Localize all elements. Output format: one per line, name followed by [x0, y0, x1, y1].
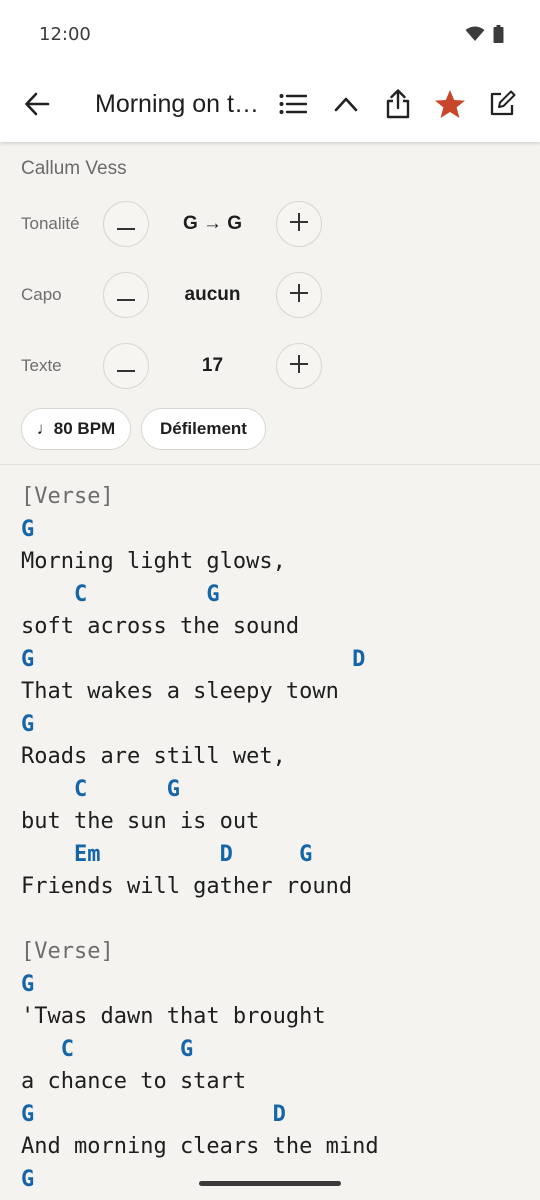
- app-bar: Morning on t…: [0, 70, 540, 142]
- collapse-controls-button[interactable]: [324, 84, 368, 128]
- plus-icon: [290, 284, 308, 306]
- star-icon: [434, 89, 466, 123]
- chord-line[interactable]: G: [21, 709, 531, 742]
- lyric-line: Friends will gather round: [21, 874, 353, 899]
- plus-icon: [290, 355, 308, 377]
- plus-icon: [290, 213, 308, 235]
- transpose-controls: Callum Vess Tonalité G → G Capo aucun Te…: [0, 142, 540, 465]
- battery-icon: [493, 25, 504, 47]
- text-size-label: Texte: [21, 356, 62, 375]
- minus-icon: [117, 286, 135, 305]
- chord-sheet: [Verse] G Morning light glows, C Gsoft acr…: [21, 481, 531, 1196]
- capo-label: Capo: [21, 285, 62, 304]
- lyric-line: a chance to start: [21, 1069, 247, 1094]
- chord-line[interactable]: G: [21, 1164, 531, 1197]
- section-header: [Verse]: [21, 484, 114, 509]
- autoscroll-button[interactable]: Défilement: [141, 408, 266, 450]
- key-down-button[interactable]: [103, 201, 149, 247]
- back-arrow-icon: [24, 91, 50, 121]
- minus-icon: [117, 215, 135, 234]
- capo-up-button[interactable]: [276, 272, 322, 318]
- lyric-line: Roads are still wet,: [21, 744, 286, 769]
- chord-line[interactable]: G D: [21, 644, 531, 677]
- share-icon: [385, 89, 411, 123]
- text-size-up-button[interactable]: [276, 343, 322, 389]
- share-button[interactable]: [376, 84, 420, 128]
- text-size-value: 17: [201, 355, 224, 376]
- list-icon: [279, 93, 308, 119]
- lyric-line: Morning light glows,: [21, 549, 286, 574]
- capo-down-button[interactable]: [103, 272, 149, 318]
- lyric-line: That wakes a sleepy town: [21, 679, 339, 704]
- chord-line[interactable]: G: [21, 969, 531, 1002]
- status-bar: 12:00: [0, 0, 540, 70]
- wifi-icon: [465, 26, 485, 46]
- edit-icon: [488, 90, 516, 122]
- key-value: G → G: [182, 213, 243, 234]
- home-indicator[interactable]: [199, 1181, 341, 1186]
- artist-name: Callum Vess: [21, 158, 127, 179]
- chord-line[interactable]: C G: [21, 1034, 531, 1067]
- song-title: Morning on t…: [95, 90, 259, 118]
- text-size-down-button[interactable]: [103, 343, 149, 389]
- lyric-line: And morning clears the mind: [21, 1134, 379, 1159]
- minus-icon: [117, 357, 135, 376]
- chord-line[interactable]: G D: [21, 1099, 531, 1132]
- section-header: [Verse]: [21, 939, 114, 964]
- chord-line[interactable]: C G: [21, 579, 531, 612]
- capo-value: aucun: [184, 284, 241, 305]
- edit-button[interactable]: [480, 84, 524, 128]
- lyric-line: but the sun is out: [21, 809, 260, 834]
- chord-line[interactable]: C G: [21, 774, 531, 807]
- key-label: Tonalité: [21, 214, 80, 233]
- chevron-up-icon: [333, 95, 359, 117]
- chords-list-button[interactable]: [271, 84, 315, 128]
- key-up-button[interactable]: [276, 201, 322, 247]
- status-icons: [465, 25, 504, 47]
- chord-line[interactable]: Em D G: [21, 839, 531, 872]
- favorite-button[interactable]: [428, 84, 472, 128]
- bpm-button[interactable]: ♩80 BPM: [21, 408, 131, 450]
- back-button[interactable]: [15, 84, 59, 128]
- chord-line[interactable]: G: [21, 514, 531, 547]
- status-time: 12:00: [39, 24, 91, 45]
- lyric-line: soft across the sound: [21, 614, 300, 639]
- lyric-line: 'Twas dawn that brought: [21, 1004, 326, 1029]
